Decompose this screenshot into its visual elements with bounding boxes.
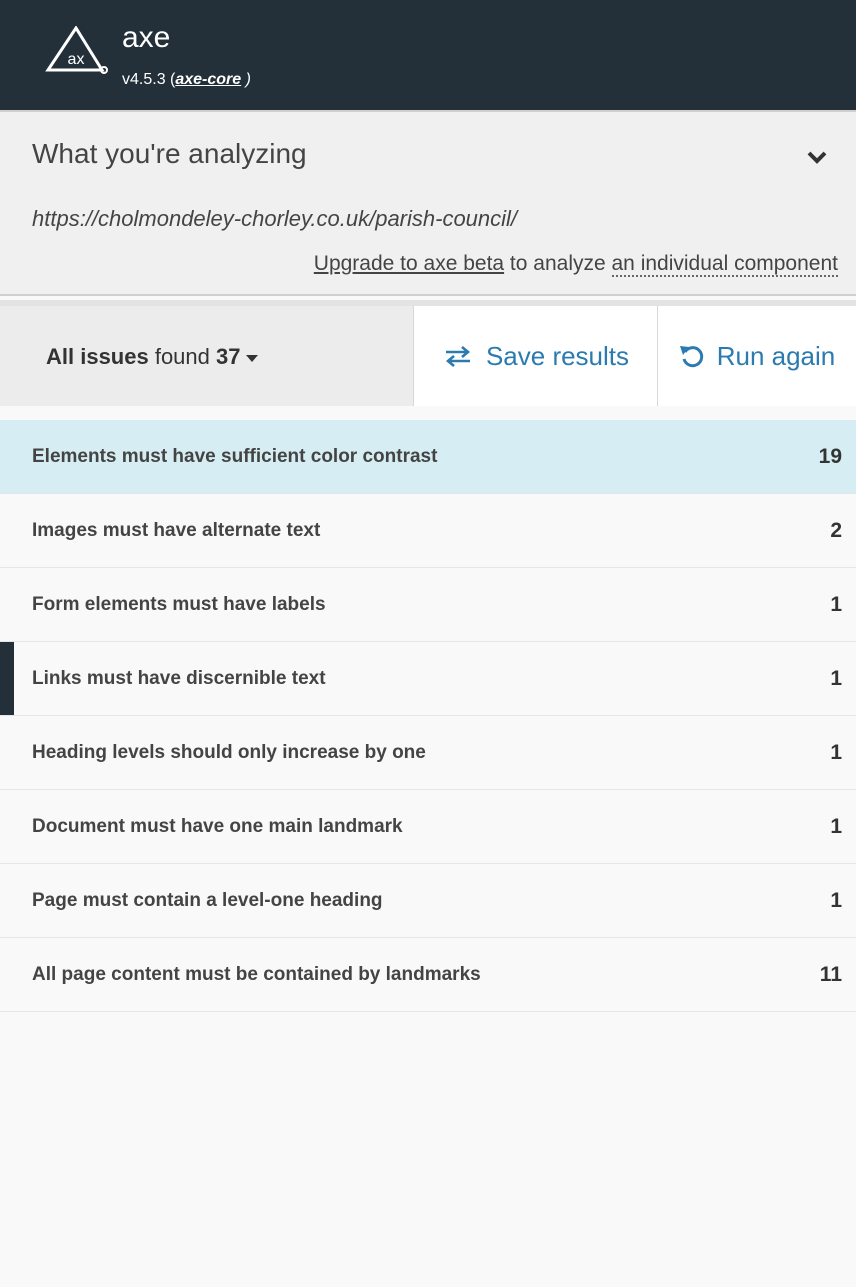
issue-count-badge: 19 xyxy=(818,444,842,468)
issue-list: Elements must have sufficient color cont… xyxy=(0,420,856,1012)
issue-count-badge: 11 xyxy=(819,962,842,986)
issue-count: 37 xyxy=(216,344,241,369)
individual-component-link[interactable]: an individual component xyxy=(611,252,838,277)
issue-row[interactable]: Images must have alternate text 2 xyxy=(0,494,856,568)
filter-label: All issues xyxy=(46,344,149,369)
upgrade-link[interactable]: Upgrade to axe beta xyxy=(314,252,504,275)
chevron-down-icon[interactable] xyxy=(806,146,828,168)
issue-row[interactable]: Heading levels should only increase by o… xyxy=(0,716,856,790)
issue-label: Document must have one main landmark xyxy=(32,815,403,837)
issue-row[interactable]: Form elements must have labels 1 xyxy=(0,568,856,642)
issue-row[interactable]: Elements must have sufficient color cont… xyxy=(0,420,856,494)
version-info: v4.5.3 (axe-core ) xyxy=(122,70,251,90)
issue-row[interactable]: Page must contain a level-one heading 1 xyxy=(0,864,856,938)
issue-count-badge: 1 xyxy=(830,888,842,912)
results-toolbar: All issues found 37 Save results Run aga… xyxy=(0,300,856,406)
issue-count-badge: 1 xyxy=(830,814,842,838)
upgrade-mid-text: to analyze xyxy=(504,252,612,275)
issue-row[interactable]: All page content must be contained by la… xyxy=(0,938,856,1012)
axe-core-link[interactable]: axe-core xyxy=(175,71,241,88)
upgrade-line: Upgrade to axe beta to analyze an indivi… xyxy=(314,252,838,277)
issue-row[interactable]: Links must have discernible text 1 xyxy=(0,642,856,716)
svg-text:ax: ax xyxy=(68,51,85,68)
issue-label: Links must have discernible text xyxy=(32,667,326,689)
focus-indicator xyxy=(0,642,14,715)
issue-count-badge: 2 xyxy=(830,518,842,542)
issue-label: Page must contain a level-one heading xyxy=(32,889,383,911)
run-again-label: Run again xyxy=(716,340,836,371)
issue-label: Elements must have sufficient color cont… xyxy=(32,445,438,467)
transfer-arrows-icon xyxy=(445,346,470,367)
issue-count-badge: 1 xyxy=(830,666,842,690)
filter-text: found xyxy=(148,344,216,369)
issue-row[interactable]: Document must have one main landmark 1 xyxy=(0,790,856,864)
issue-label: All page content must be contained by la… xyxy=(32,963,481,985)
analyzing-panel: What you're analyzing https://cholmondel… xyxy=(0,112,856,296)
issue-label: Heading levels should only increase by o… xyxy=(32,741,426,763)
analyzed-url: https://cholmondeley-chorley.co.uk/paris… xyxy=(32,206,518,231)
axe-logo-icon: ax xyxy=(45,26,108,74)
issue-label: Images must have alternate text xyxy=(32,519,321,541)
rerun-icon xyxy=(679,346,703,368)
run-again-button[interactable]: Run again xyxy=(657,306,856,406)
issue-count-badge: 1 xyxy=(830,592,842,616)
analyzing-title: What you're analyzing xyxy=(32,138,307,169)
version-suffix: ) xyxy=(241,71,251,88)
issue-count-badge: 1 xyxy=(830,740,842,764)
app-header: ax axe v4.5.3 (axe-core ) xyxy=(0,0,856,110)
save-results-button[interactable]: Save results xyxy=(413,306,657,406)
version-text: v4.5.3 ( xyxy=(122,71,176,88)
issues-filter-dropdown[interactable]: All issues found 37 xyxy=(46,344,259,370)
app-name: axe xyxy=(122,21,171,54)
issue-label: Form elements must have labels xyxy=(32,593,326,615)
save-results-label: Save results xyxy=(485,340,630,371)
caret-down-icon xyxy=(246,354,259,362)
